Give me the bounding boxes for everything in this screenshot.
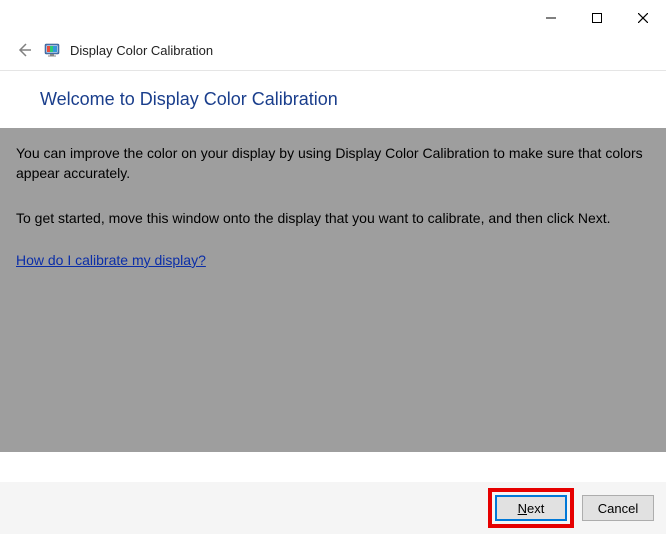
maximize-button[interactable] [574, 4, 620, 32]
next-label-rest: ext [527, 501, 544, 516]
next-button[interactable]: Next [495, 495, 567, 521]
help-link[interactable]: How do I calibrate my display? [16, 252, 206, 268]
next-mnemonic: N [518, 501, 527, 516]
minimize-button[interactable] [528, 4, 574, 32]
header-title: Display Color Calibration [70, 43, 213, 58]
heading-area: Welcome to Display Color Calibration [0, 71, 666, 128]
header-bar: Display Color Calibration [0, 32, 666, 71]
close-button[interactable] [620, 4, 666, 32]
intro-paragraph-1: You can improve the color on your displa… [16, 144, 646, 183]
next-button-highlight: Next [488, 488, 574, 528]
display-calibration-icon [44, 42, 60, 58]
window-titlebar [0, 0, 666, 32]
footer-bar: Next Cancel [0, 482, 666, 534]
page-heading: Welcome to Display Color Calibration [40, 89, 666, 110]
cancel-button[interactable]: Cancel [582, 495, 654, 521]
back-arrow-icon[interactable] [14, 40, 34, 60]
intro-paragraph-2: To get started, move this window onto th… [16, 209, 646, 229]
content-area: You can improve the color on your displa… [0, 128, 666, 452]
